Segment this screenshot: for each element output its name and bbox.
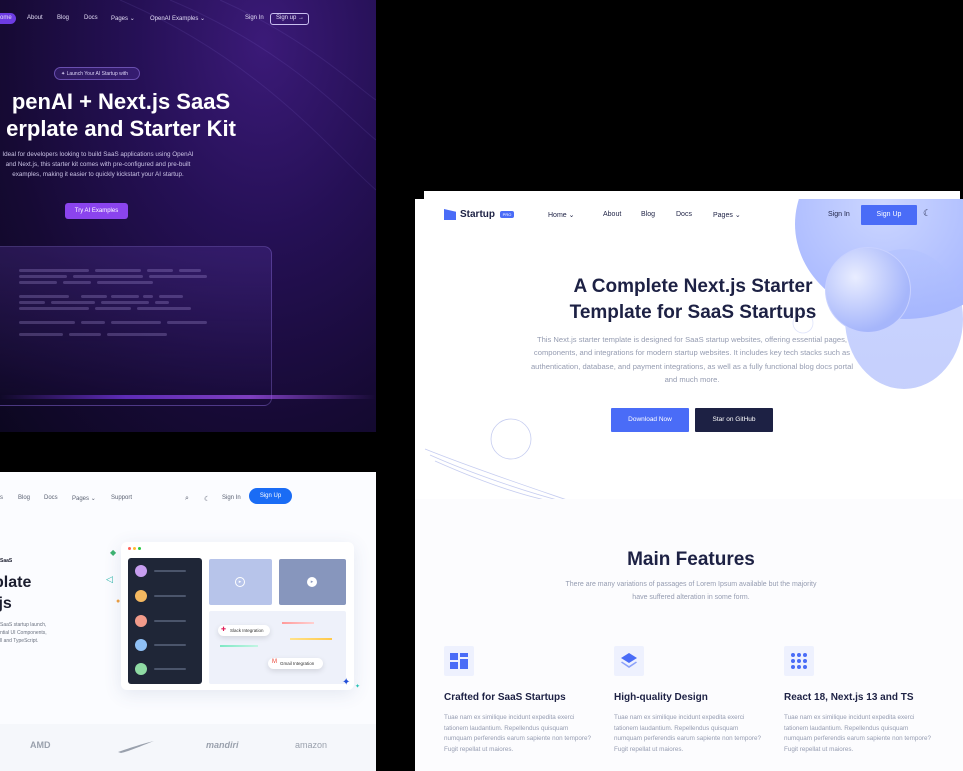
chevron-down-icon: ⌄	[568, 212, 575, 219]
chevron-down-icon: ⌄	[90, 496, 96, 502]
try-ai-examples-button[interactable]: Try AI Examples	[65, 203, 128, 219]
sparkle-icon: ✦	[61, 71, 66, 77]
star-on-github-button[interactable]: Star on GitHub	[695, 408, 773, 432]
sign-up-button[interactable]: Sign Up	[249, 488, 292, 504]
sign-in-link[interactable]: Sign In	[222, 495, 241, 501]
avatar	[135, 590, 147, 602]
feature-text: Tuae nam ex similique incidunt expedita …	[614, 714, 762, 753]
nav-home[interactable]: ome	[0, 15, 12, 21]
dots-grid-icon	[784, 646, 814, 676]
avatar	[135, 565, 147, 577]
hero-desc-line-3: ll and TypeScript.	[0, 638, 39, 644]
nike-logo	[118, 741, 154, 753]
avatar	[135, 663, 147, 675]
download-now-button[interactable]: Download Now	[611, 408, 689, 432]
hero-title: A Complete Next.js Starter Template for …	[415, 274, 963, 326]
startup-logo-icon	[444, 209, 456, 220]
sparkle-icon: ✦	[355, 684, 361, 690]
nav-support[interactable]: Support	[111, 495, 132, 501]
mandiri-logo: mandiri	[206, 740, 239, 750]
features-title: Main Features	[627, 549, 755, 570]
nav-pages[interactable]: Pages ⌄	[72, 495, 96, 502]
hero-title-line-1: plate	[0, 574, 32, 591]
nav-blog[interactable]: Blog	[57, 15, 69, 21]
sign-up-label: Sign up →	[276, 15, 305, 21]
nav-docs[interactable]: Docs	[676, 211, 692, 218]
hero-title-line-2: Template for SaaS Startups	[569, 302, 817, 323]
window-dot-icon	[128, 547, 131, 550]
brand-name[interactable]: Startup	[460, 209, 495, 220]
avatar	[135, 639, 147, 651]
hero-title-line-1: A Complete Next.js Starter	[573, 276, 813, 297]
hero-title-line-1: penAI + Next.js SaaS	[11, 89, 231, 114]
moon-icon[interactable]: ☾	[923, 208, 931, 219]
nav-pages[interactable]: Pages ⌄	[111, 15, 135, 22]
hero-title: plate .js	[0, 572, 31, 614]
grid-icon	[444, 646, 474, 676]
feature-title: React 18, Next.js 13 and TS	[784, 692, 914, 703]
layers-icon	[614, 646, 644, 676]
nav-blog[interactable]: Blog	[18, 495, 30, 501]
launch-badge: ✦ Launch Your AI Startup with	[54, 67, 140, 80]
sign-up-button[interactable]: Sign Up	[861, 205, 917, 225]
chevron-down-icon: ⌄	[129, 16, 135, 22]
slack-icon: ✚	[221, 627, 227, 633]
feature-title: Crafted for SaaS Startups	[444, 692, 566, 703]
top-nav: ome About Blog Docs Pages ⌄ OpenAI Examp…	[0, 13, 376, 25]
hero-subtitle: This Next.js starter template is designe…	[530, 335, 854, 384]
hero-title: penAI + Next.js SaaS erplate and Starter…	[0, 88, 256, 142]
arrow-right-icon: →	[298, 15, 305, 21]
avatar	[135, 615, 147, 627]
window-dot-icon	[138, 547, 141, 550]
features-subtitle: There are many variations of passages of…	[565, 581, 817, 601]
nav-pages[interactable]: Pages ⌄	[713, 211, 741, 219]
nav-openai-examples[interactable]: OpenAI Examples ⌄	[150, 15, 205, 22]
nav-blog[interactable]: Blog	[641, 211, 655, 218]
badge-text: Launch Your AI Startup with	[66, 71, 129, 77]
diamond-icon: ◆	[110, 548, 117, 557]
dot-icon: ●	[116, 598, 121, 605]
hero-desc-line-2: ntial UI Components,	[0, 630, 47, 636]
hero-title-line-2: .js	[0, 595, 12, 612]
nav-docs[interactable]: Docs	[84, 15, 98, 21]
nav-docs[interactable]: Docs	[44, 495, 58, 501]
top-nav: Startup PRO Home ⌄ About Blog Docs Pages…	[415, 199, 963, 233]
chevron-down-icon: ⌄	[734, 212, 741, 219]
nav-item-partial[interactable]: s	[0, 495, 3, 501]
hero-title-line-2: erplate and Starter Kit	[6, 116, 236, 141]
play-icon: ▸	[235, 577, 245, 587]
sparkle-icon: ✦	[342, 677, 351, 688]
sign-in-link[interactable]: Sign In	[245, 15, 264, 21]
amd-logo: AMD	[30, 740, 51, 750]
saas-template-preview: s Blog Docs Pages ⌄ Support ⌕ ☾ Sign In …	[0, 472, 376, 771]
feature-text: Tuae nam ex similique incidunt expedita …	[784, 714, 932, 753]
openai-template-preview: ome About Blog Docs Pages ⌄ OpenAI Examp…	[0, 0, 376, 432]
play-icon: ▸	[307, 577, 317, 587]
integrations-area	[209, 611, 346, 684]
moon-icon[interactable]: ☾	[204, 495, 210, 503]
hero-desc-line-1: SaaS startup launch,	[0, 622, 47, 628]
startup-template-preview: Startup PRO Home ⌄ About Blog Docs Pages…	[415, 199, 963, 771]
pro-badge: PRO	[500, 211, 514, 218]
hero-eyebrow: SaaS	[0, 558, 13, 564]
triangle-icon: ◁	[106, 574, 113, 584]
gmail-icon: M	[272, 659, 277, 665]
nav-about[interactable]: About	[603, 211, 621, 218]
glow-line	[0, 395, 376, 399]
hero-description: Ideal for developers looking to build Sa…	[2, 151, 194, 178]
app-mockup	[0, 246, 272, 406]
nav-about[interactable]: About	[27, 15, 43, 21]
chevron-down-icon: ⌄	[200, 16, 206, 22]
amazon-logo: amazon	[295, 740, 328, 750]
sign-in-link[interactable]: Sign In	[828, 211, 850, 218]
feature-title: High-quality Design	[614, 692, 708, 703]
feature-text: Tuae nam ex similique incidunt expedita …	[444, 714, 592, 753]
nav-home[interactable]: Home ⌄	[548, 211, 575, 219]
search-icon[interactable]: ⌕	[185, 495, 189, 503]
top-nav: s Blog Docs Pages ⌄ Support ⌕ ☾ Sign In	[0, 491, 376, 505]
window-dot-icon	[133, 547, 136, 550]
